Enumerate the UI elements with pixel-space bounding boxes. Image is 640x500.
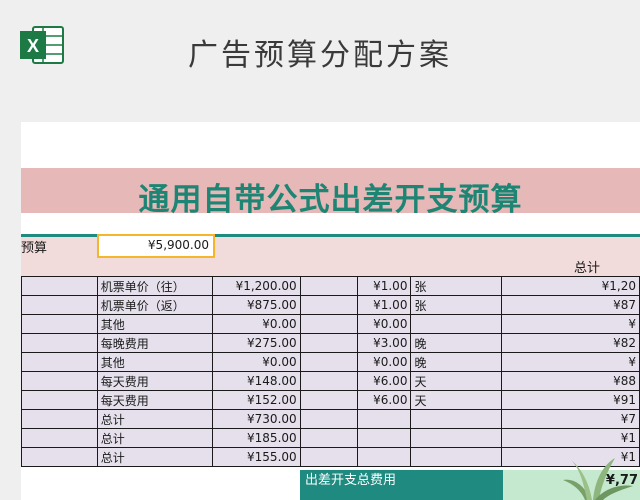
amount-cell[interactable]: ¥0.00 [211,314,301,334]
unit-cell[interactable]: 天 [410,390,503,410]
table-row: 总计 ¥185.00 ¥1 [21,428,640,448]
blank-cell[interactable] [21,333,98,353]
qty-cell[interactable]: ¥0.00 [356,352,412,372]
budget-label: 预算 [21,241,48,256]
qty-cell[interactable]: ¥0.00 [356,314,412,334]
amount-cell[interactable]: ¥148.00 [211,371,301,391]
table-row: 机票单价（往） ¥1,200.00 ¥1.00 张 ¥1,20 [21,276,640,296]
blank-cell[interactable] [299,314,358,334]
amount-cell[interactable]: ¥730.00 [211,409,301,429]
total-cell[interactable]: ¥82 [501,333,640,353]
blank-cell[interactable] [299,447,358,467]
qty-cell[interactable]: ¥6.00 [356,390,412,410]
unit-cell[interactable] [410,428,503,448]
item-cell[interactable]: 每晚费用 [96,333,213,353]
blank-cell[interactable] [21,371,98,391]
unit-cell[interactable] [410,409,503,429]
item-cell[interactable]: 机票单价（返） [96,295,213,315]
unit-cell[interactable]: 晚 [410,352,503,372]
table-row: 每天费用 ¥152.00 ¥6.00 天 ¥91 [21,390,640,410]
total-header: 总计 [574,261,601,276]
blank-cell[interactable] [21,447,98,467]
item-cell[interactable]: 每天费用 [96,371,213,391]
budget-band: 预算 ¥5,900.00 总计 [21,234,640,277]
table-row: 其他 ¥0.00 ¥0.00 ¥ [21,314,640,334]
item-cell[interactable]: 总计 [96,447,213,467]
unit-cell[interactable] [410,314,503,334]
qty-cell[interactable]: ¥3.00 [356,333,412,353]
qty-cell[interactable] [356,428,412,448]
amount-cell[interactable]: ¥275.00 [211,333,301,353]
amount-cell[interactable]: ¥1,200.00 [211,276,301,296]
total-cell[interactable]: ¥ [501,352,640,372]
unit-cell[interactable] [410,447,503,467]
total-cell[interactable]: ¥ [501,314,640,334]
amount-cell[interactable]: ¥152.00 [211,390,301,410]
blank-cell[interactable] [21,295,98,315]
blank-cell[interactable] [21,409,98,429]
table-row: 每晚费用 ¥275.00 ¥3.00 晚 ¥82 [21,333,640,353]
total-expense-label: 出差开支总费用 [300,470,503,500]
page-title: 广告预算分配方案 [188,38,452,73]
blank-cell[interactable] [299,371,358,391]
item-cell[interactable]: 其他 [96,314,213,334]
total-cell[interactable]: ¥1 [501,428,640,448]
amount-cell[interactable]: ¥875.00 [211,295,301,315]
sheet-banner: 通用自带公式出差开支预算 [21,168,640,218]
blank-cell[interactable] [299,352,358,372]
table-row: 每天费用 ¥148.00 ¥6.00 天 ¥88 [21,371,640,391]
expense-table: 机票单价（往） ¥1,200.00 ¥1.00 张 ¥1,20 机票单价（返） ¥875.0… [21,276,640,467]
qty-cell[interactable]: ¥6.00 [356,371,412,391]
blank-cell[interactable] [299,390,358,410]
item-cell[interactable]: 总计 [96,409,213,429]
amount-cell[interactable]: ¥185.00 [211,428,301,448]
blank-cell[interactable] [21,390,98,410]
total-cell[interactable]: ¥91 [501,390,640,410]
qty-cell[interactable]: ¥1.00 [356,295,412,315]
table-row: 总计 ¥730.00 ¥7 [21,409,640,429]
total-cell[interactable]: ¥1,20 [501,276,640,296]
unit-cell[interactable]: 张 [410,276,503,296]
total-cell[interactable]: ¥88 [501,371,640,391]
unit-cell[interactable]: 张 [410,295,503,315]
blank-cell[interactable] [21,314,98,334]
item-cell[interactable]: 机票单价（往） [96,276,213,296]
spreadsheet-preview: 通用自带公式出差开支预算 预算 ¥5,900.00 总计 机票单价（往） ¥1,2… [21,122,640,500]
unit-cell[interactable]: 晚 [410,333,503,353]
blank-cell[interactable] [299,409,358,429]
blank-cell[interactable] [21,428,98,448]
blank-cell[interactable] [299,428,358,448]
qty-cell[interactable]: ¥1.00 [356,276,412,296]
blank-cell[interactable] [299,333,358,353]
amount-cell[interactable]: ¥0.00 [211,352,301,372]
item-cell[interactable]: 每天费用 [96,390,213,410]
plant-decoration [563,458,633,500]
blank-cell[interactable] [299,295,358,315]
budget-value: ¥5,900.00 [147,238,209,252]
qty-cell[interactable] [356,447,412,467]
amount-cell[interactable]: ¥155.00 [211,447,301,467]
total-cell[interactable]: ¥7 [501,409,640,429]
item-cell[interactable]: 其他 [96,352,213,372]
unit-cell[interactable]: 天 [410,371,503,391]
qty-cell[interactable] [356,409,412,429]
table-row: 其他 ¥0.00 ¥0.00 晚 ¥ [21,352,640,372]
blank-cell[interactable] [21,276,98,296]
table-row: 机票单价（返） ¥875.00 ¥1.00 张 ¥87 [21,295,640,315]
page-header: X 广告预算分配方案 [0,0,640,100]
blank-cell[interactable] [299,276,358,296]
total-cell[interactable]: ¥87 [501,295,640,315]
blank-cell[interactable] [21,352,98,372]
sheet-title: 通用自带公式出差开支预算 [138,182,523,218]
budget-cell[interactable]: ¥5,900.00 [97,234,215,258]
item-cell[interactable]: 总计 [96,428,213,448]
